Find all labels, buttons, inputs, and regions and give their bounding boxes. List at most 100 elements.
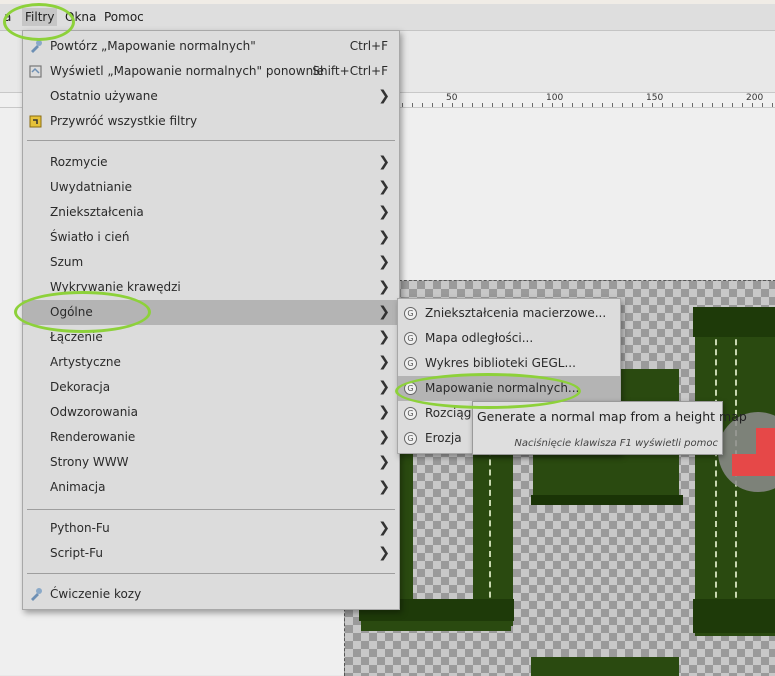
ruler-tick xyxy=(612,103,613,107)
ruler-tick xyxy=(452,103,453,107)
menu-item-category[interactable]: Szum ❯ xyxy=(23,250,399,275)
menu-item-label: Python-Fu xyxy=(50,521,110,535)
menu-item-category[interactable]: Zniekształcenia ❯ xyxy=(23,200,399,225)
reshow-filter-icon xyxy=(29,65,42,78)
tooltip-description: Generate a normal map from a height map xyxy=(477,409,747,424)
ruler-label: 100 xyxy=(546,93,564,103)
menu-item-category[interactable]: Dekoracja ❯ xyxy=(23,375,399,400)
ruler-label: 50 xyxy=(446,93,458,103)
ruler-tick xyxy=(572,103,573,107)
chevron-right-icon: ❯ xyxy=(378,520,390,536)
menu-item-category[interactable]: Strony WWW ❯ xyxy=(23,450,399,475)
menu-item-category[interactable]: Odwzorowania ❯ xyxy=(23,400,399,425)
ruler-tick xyxy=(762,103,763,107)
menu-item-category[interactable]: Artystyczne ❯ xyxy=(23,350,399,375)
ruler-tick xyxy=(732,103,733,107)
menu-item-repeat[interactable]: Powtórz „Mapowanie normalnych" Ctrl+F xyxy=(23,34,399,59)
canvas-shape xyxy=(473,431,513,626)
ruler-tick xyxy=(472,103,473,107)
menu-item-label: Renderowanie xyxy=(50,430,136,444)
goat-exercise-icon xyxy=(31,588,42,601)
ruler-tick xyxy=(442,103,443,107)
highlight-ring-normal-map xyxy=(395,373,581,409)
chevron-right-icon: ❯ xyxy=(378,179,390,195)
canvas-shape xyxy=(693,307,775,337)
chevron-right-icon: ❯ xyxy=(378,88,390,104)
menu-item-reshow[interactable]: Wyświetl „Mapowanie normalnych" ponownie… xyxy=(23,59,399,84)
submenu-item[interactable]: G Wykres biblioteki GEGL... xyxy=(398,351,620,376)
filter-tooltip: Generate a normal map from a height map … xyxy=(472,401,747,455)
submenu-item-label: Zniekształcenia macierzowe... xyxy=(425,306,607,320)
chevron-right-icon: ❯ xyxy=(378,154,390,170)
highlight-ring-filtry xyxy=(3,3,75,41)
ruler-tick xyxy=(412,103,413,107)
menu-item-label: Strony WWW xyxy=(50,455,129,469)
menu-item-label: Światło i cień xyxy=(50,230,130,244)
menu-item-goat-exercise[interactable]: Ćwiczenie kozy xyxy=(23,582,399,607)
menu-item-category[interactable]: Rozmycie ❯ xyxy=(23,150,399,175)
ruler-tick xyxy=(552,103,553,107)
ruler-tick xyxy=(662,103,663,107)
ruler-tick xyxy=(632,103,633,107)
ruler-tick xyxy=(752,103,753,107)
menu-separator xyxy=(27,573,395,574)
ruler-tick xyxy=(672,103,673,107)
menu-item-category[interactable]: Światło i cień ❯ xyxy=(23,225,399,250)
gegl-icon: G xyxy=(404,332,417,345)
canvas-shape xyxy=(531,657,679,676)
menu-item-category[interactable]: Renderowanie ❯ xyxy=(23,425,399,450)
menu-item-reset[interactable]: Przywróć wszystkie filtry xyxy=(23,109,399,134)
menu-separator xyxy=(27,509,395,510)
ruler-tick xyxy=(602,103,603,107)
ruler-tick xyxy=(652,103,653,107)
chevron-right-icon: ❯ xyxy=(378,429,390,445)
submenu-item[interactable]: G Zniekształcenia macierzowe... xyxy=(398,301,620,326)
submenu-item-label: Erozja xyxy=(425,431,462,445)
ruler-tick xyxy=(402,103,403,107)
chevron-right-icon: ❯ xyxy=(378,304,390,320)
canvas-shape xyxy=(693,599,775,633)
menu-item-label: Ćwiczenie kozy xyxy=(50,587,142,601)
gegl-icon: G xyxy=(404,307,417,320)
menu-item-label: Rozmycie xyxy=(50,155,108,169)
ruler-tick xyxy=(462,103,463,107)
chevron-right-icon: ❯ xyxy=(378,279,390,295)
tooltip-help-hint: Naciśnięcie klawisza F1 wyświetli pomoc xyxy=(514,438,718,449)
menu-item-label: Zniekształcenia xyxy=(50,205,144,219)
chevron-right-icon: ❯ xyxy=(378,229,390,245)
reset-filters-icon xyxy=(29,115,42,128)
menu-item-recent[interactable]: Ostatnio używane ❯ xyxy=(23,84,399,109)
ruler-tick xyxy=(532,103,533,107)
menu-item-label: Odwzorowania xyxy=(50,405,138,419)
ruler-tick xyxy=(772,103,773,107)
ruler-tick xyxy=(692,103,693,107)
menu-item-label: Artystyczne xyxy=(50,355,121,369)
ruler-tick xyxy=(742,103,743,107)
submenu-item[interactable]: G Mapa odległości... xyxy=(398,326,620,351)
ruler-tick xyxy=(722,103,723,107)
ruler-label: 200 xyxy=(746,93,764,103)
canvas-shape xyxy=(531,495,683,505)
chevron-right-icon: ❯ xyxy=(378,354,390,370)
ruler-tick xyxy=(622,103,623,107)
ruler-tick xyxy=(712,103,713,107)
menubar: a Filtry Okna Pomoc xyxy=(0,4,775,31)
menu-item-label: Wyświetl „Mapowanie normalnych" ponownie xyxy=(50,64,324,78)
ruler-tick xyxy=(492,103,493,107)
menu-item-label: Dekoracja xyxy=(50,380,111,394)
menu-pomoc[interactable]: Pomoc xyxy=(101,8,147,26)
chevron-right-icon: ❯ xyxy=(378,454,390,470)
chevron-right-icon: ❯ xyxy=(378,479,390,495)
ruler-tick xyxy=(682,103,683,107)
ruler-tick xyxy=(642,103,643,107)
chevron-right-icon: ❯ xyxy=(378,545,390,561)
ruler-tick xyxy=(542,103,543,107)
menu-item-label: Script-Fu xyxy=(50,546,103,560)
menu-item-script-fu[interactable]: Script-Fu ❯ xyxy=(23,541,399,566)
menu-item-python-fu[interactable]: Python-Fu ❯ xyxy=(23,516,399,541)
ruler-tick xyxy=(432,103,433,107)
ruler-tick xyxy=(582,103,583,107)
ruler-tick xyxy=(502,103,503,107)
menu-item-category[interactable]: Animacja ❯ xyxy=(23,475,399,500)
menu-item-category[interactable]: Uwydatnianie ❯ xyxy=(23,175,399,200)
